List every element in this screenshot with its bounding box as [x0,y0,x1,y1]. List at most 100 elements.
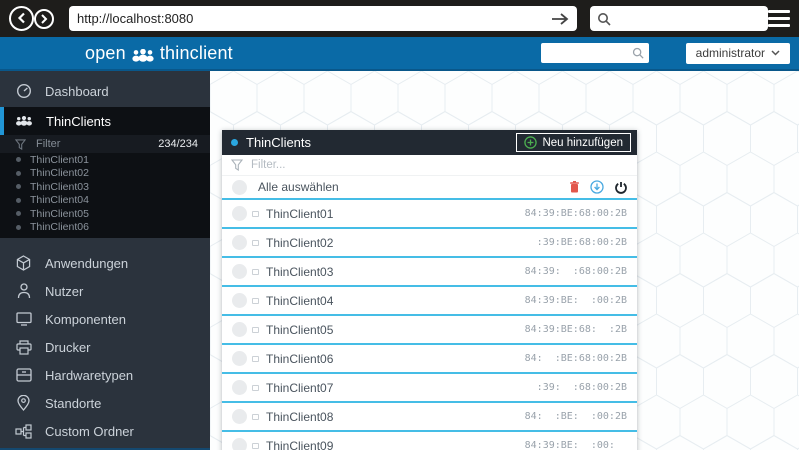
browser-chrome-bar [0,0,799,37]
client-name: ThinClient02 [266,235,334,250]
device-icon [252,239,259,246]
power-icon[interactable] [615,181,627,194]
chevron-right-icon [40,13,48,24]
client-mac: 84:39:BE: :00: [524,440,627,450]
sitemap-icon [15,423,32,439]
go-arrow-icon[interactable] [551,12,569,26]
panel-title: ThinClients [246,135,312,150]
add-new-button[interactable]: Neu hinzufügen [516,133,631,152]
sidebar-filter-label: Filter [36,138,61,150]
browser-search-field[interactable] [590,6,773,31]
status-dot-icon [231,139,238,146]
sidebar-item-nutzer[interactable]: Nutzer [0,277,210,305]
device-icon [252,355,259,362]
app-search-input[interactable] [545,47,632,59]
client-mac: 84: :BE: :00:2B [524,411,627,422]
browser-nav-buttons [9,5,59,33]
url-input[interactable] [77,11,552,26]
sidebar-item-drucker[interactable]: Drucker [0,333,210,361]
table-row[interactable]: ThinClient04 84:39:BE: :00:2B [222,287,637,316]
table-row[interactable]: ThinClient09 84:39:BE: :00: [222,432,637,450]
sidebar-item-dashboard[interactable]: Dashboard [0,77,210,105]
sidebar-client-item[interactable]: ThinClient03 [0,180,210,194]
package-icon [15,255,32,271]
client-name: ThinClient06 [266,351,334,366]
sidebar-item-custom-ordner[interactable]: Custom Ordner [0,417,210,445]
forward-button[interactable] [34,8,54,29]
client-label: ThinClient04 [30,194,89,207]
client-name: ThinClient08 [266,409,334,424]
sidebar-item-label: Custom Ordner [45,423,134,439]
app-search-field[interactable] [540,43,649,63]
row-checkbox[interactable] [232,264,247,279]
client-name: ThinClient04 [266,293,334,308]
sidebar-client-item[interactable]: ThinClient06 [0,221,210,235]
device-icon [252,326,259,333]
row-checkbox[interactable] [232,351,247,366]
people-icon [131,48,155,62]
client-dot-icon [16,224,21,230]
search-icon [632,47,644,59]
table-row[interactable]: ThinClient06 84: :BE:68:00:2B [222,345,637,374]
row-checkbox[interactable] [232,293,247,308]
row-checkbox[interactable] [232,438,247,450]
filter-icon [15,138,26,150]
client-mac: 84: :BE:68:00:2B [524,353,627,364]
sidebar-client-item[interactable]: ThinClient01 [0,153,210,167]
sidebar-item-label: Dashboard [45,83,109,99]
sidebar-filter-row[interactable]: Filter 234/234 [0,135,210,153]
sidebar-item-standorte[interactable]: Standorte [0,389,210,417]
device-icon [252,384,259,391]
table-row[interactable]: ThinClient05 84:39:BE:68: :2B [222,316,637,345]
device-icon [252,442,259,449]
thinclients-icon [15,116,33,126]
table-row[interactable]: ThinClient02 :39:BE:68:00:2B [222,229,637,258]
filter-icon [231,159,243,171]
client-name: ThinClient07 [266,380,334,395]
client-name: ThinClient09 [266,438,334,450]
list-filter-input[interactable] [251,159,628,171]
client-label: ThinClient01 [30,153,89,166]
thinclients-section: ThinClients Filter 234/234 ThinClient01 … [0,107,210,238]
list-filter-bar[interactable] [222,155,637,176]
download-icon[interactable] [590,180,604,194]
sidebar-client-item[interactable]: ThinClient02 [0,167,210,181]
client-dot-icon [16,170,21,176]
sidebar-client-item[interactable]: ThinClient04 [0,194,210,208]
browser-search-input[interactable] [617,11,773,26]
location-pin-icon [15,395,32,411]
table-row[interactable]: ThinClient08 84: :BE: :00:2B [222,403,637,432]
sidebar-item-komponenten[interactable]: Komponenten [0,305,210,333]
search-icon [597,12,611,26]
sidebar-item-thinclients[interactable]: ThinClients [0,107,210,135]
client-mac: 84:39:BE: :00:2B [524,295,627,306]
client-label: ThinClient05 [30,207,89,220]
row-checkbox[interactable] [232,235,247,250]
back-button[interactable] [9,5,34,31]
sidebar-client-item[interactable]: ThinClient05 [0,207,210,221]
hamburger-menu-icon[interactable] [768,10,790,27]
address-bar[interactable] [69,6,578,31]
client-dot-icon [16,184,21,190]
select-all-checkbox[interactable] [232,179,247,195]
sidebar-item-label: Komponenten [45,311,126,327]
sidebar-item-label: Drucker [45,339,91,355]
delete-icon[interactable] [570,181,579,193]
row-checkbox[interactable] [232,206,247,221]
user-menu-button[interactable]: administrator [685,42,790,64]
app-header: open thinclient administrator [0,37,799,71]
chevron-left-icon [17,12,27,24]
row-checkbox[interactable] [232,409,247,424]
add-new-label: Neu hinzufügen [542,136,623,149]
sidebar-item-label: Hardwaretypen [45,367,134,383]
row-checkbox[interactable] [232,322,247,337]
row-checkbox[interactable] [232,380,247,395]
client-name: ThinClient05 [266,322,334,337]
sidebar-item-hardwaretypen[interactable]: Hardwaretypen [0,361,210,389]
table-row[interactable]: ThinClient07 :39: :68:00:2B [222,374,637,403]
plus-circle-icon [524,136,538,149]
table-row[interactable]: ThinClient01 84:39:BE:68:00:2B [222,200,637,229]
table-row[interactable]: ThinClient03 84:39: :68:00:2B [222,258,637,287]
client-dot-icon [16,197,21,203]
sidebar-item-anwendungen[interactable]: Anwendungen [0,249,210,277]
